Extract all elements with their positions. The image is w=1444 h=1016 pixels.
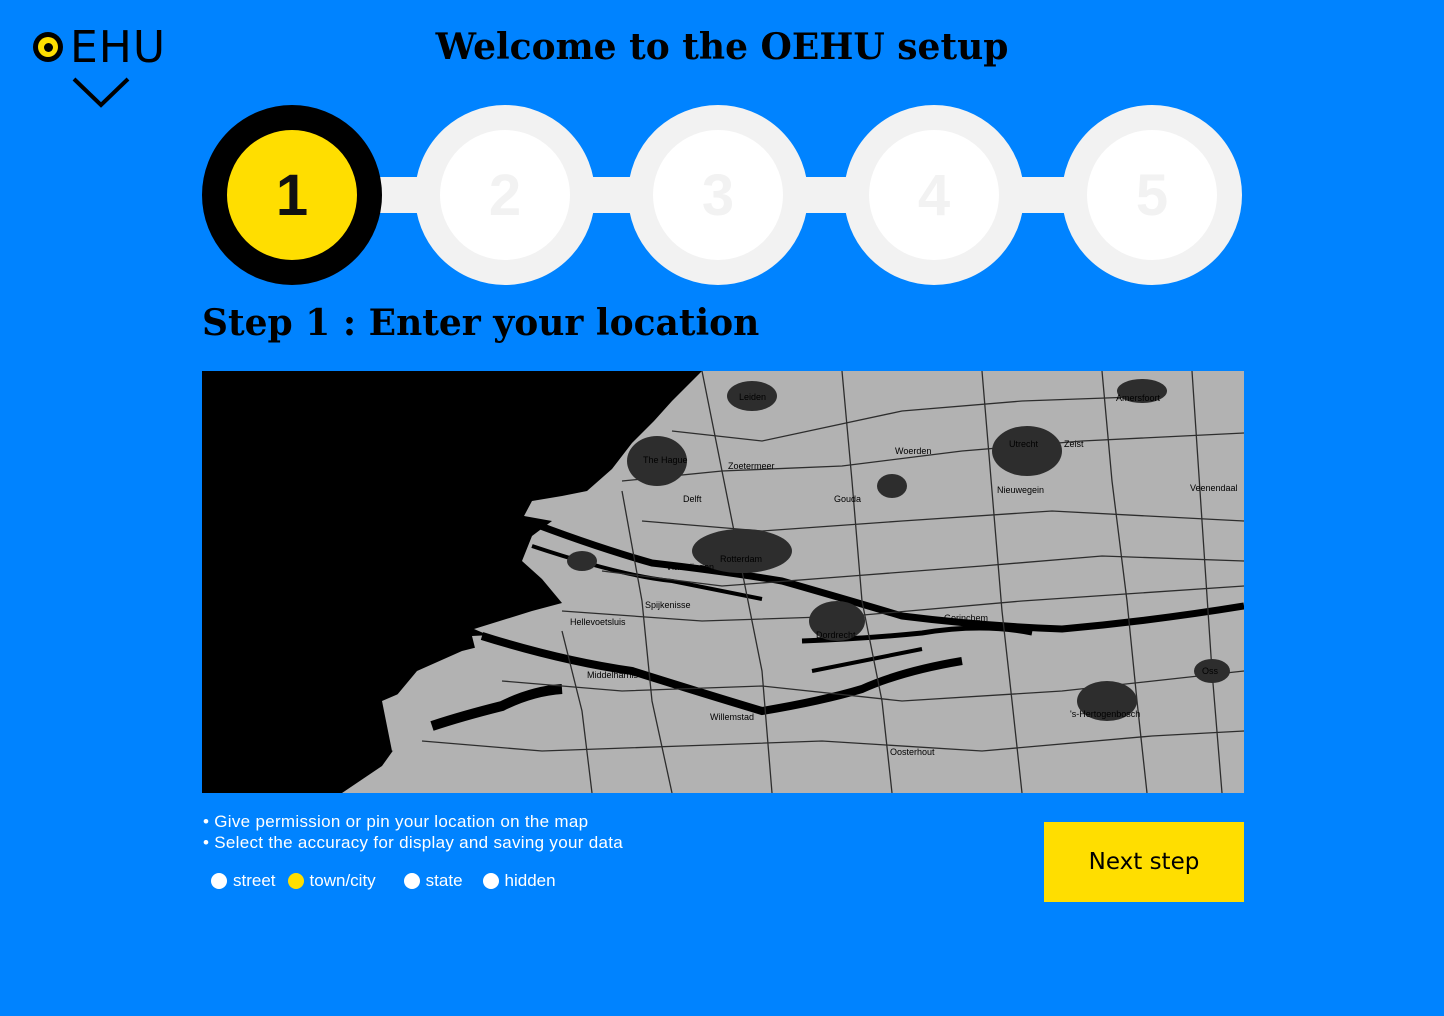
radio-indicator[interactable] — [482, 873, 499, 889]
radio-label: street — [233, 871, 276, 890]
step-4[interactable]: 4 — [844, 105, 1024, 285]
radio-indicator[interactable] — [287, 873, 304, 889]
chevron-down-icon[interactable] — [71, 76, 131, 110]
map-label: Dordrecht — [816, 630, 856, 640]
map-label: Vlaardingen — [666, 562, 714, 572]
map-label: Spijkenisse — [645, 600, 691, 610]
setup-stepper: 1 2 3 4 5 — [202, 105, 1242, 287]
accuracy-radio-group: street town/city state hidden — [211, 869, 568, 893]
location-map[interactable]: Leiden The Hague Zoetermeer Delft Rotter… — [202, 371, 1244, 793]
step-heading: Step 1 : Enter your location — [202, 302, 760, 344]
instruction-line: • Give permission or pin your location o… — [203, 812, 589, 831]
step-1[interactable]: 1 — [202, 105, 382, 285]
accuracy-option-state[interactable]: state — [403, 871, 471, 891]
step-2[interactable]: 2 — [415, 105, 595, 285]
map-label: Delft — [683, 494, 702, 504]
map-label: Veenendaal — [1190, 483, 1238, 493]
step-3[interactable]: 3 — [628, 105, 808, 285]
accuracy-option-hidden[interactable]: hidden — [482, 871, 556, 891]
map-label: The Hague — [643, 455, 688, 465]
map-label: 's-Hertogenbosch — [1070, 709, 1140, 719]
radio-label: hidden — [504, 871, 556, 890]
map-label: Rotterdam — [720, 554, 762, 564]
instructions: • Give permission or pin your location o… — [203, 811, 623, 853]
map-label: Oss — [1202, 666, 1219, 676]
accuracy-option-street[interactable]: street — [211, 871, 276, 891]
map-label: Gorinchem — [944, 613, 988, 623]
map-label: Gouda — [834, 494, 861, 504]
page-title: Welcome to the OEHU setup — [435, 26, 1009, 68]
map-label: Hellevoetsluis — [570, 617, 626, 627]
radio-indicator[interactable] — [403, 873, 420, 889]
radio-indicator[interactable] — [211, 873, 227, 889]
map-canvas[interactable]: Leiden The Hague Zoetermeer Delft Rotter… — [202, 371, 1244, 793]
radio-label: town/city — [309, 871, 376, 890]
map-label: Zeist — [1064, 439, 1084, 449]
map-label: Middelharnis — [587, 670, 639, 680]
map-label: Utrecht — [1009, 439, 1039, 449]
map-label: Willemstad — [710, 712, 754, 722]
accuracy-option-town-city[interactable]: town/city — [287, 871, 392, 891]
radio-label: state — [425, 871, 463, 890]
map-label: Oosterhout — [890, 747, 935, 757]
step-5[interactable]: 5 — [1062, 105, 1242, 285]
map-label: Amersfoort — [1116, 393, 1161, 403]
map-label: Zoetermeer — [728, 461, 775, 471]
map-label: Nieuwegein — [997, 485, 1044, 495]
next-step-button[interactable]: Next step — [1044, 822, 1244, 902]
instruction-line: • Select the accuracy for display and sa… — [203, 833, 623, 852]
map-label: Woerden — [895, 446, 931, 456]
map-label: Leiden — [739, 392, 766, 402]
